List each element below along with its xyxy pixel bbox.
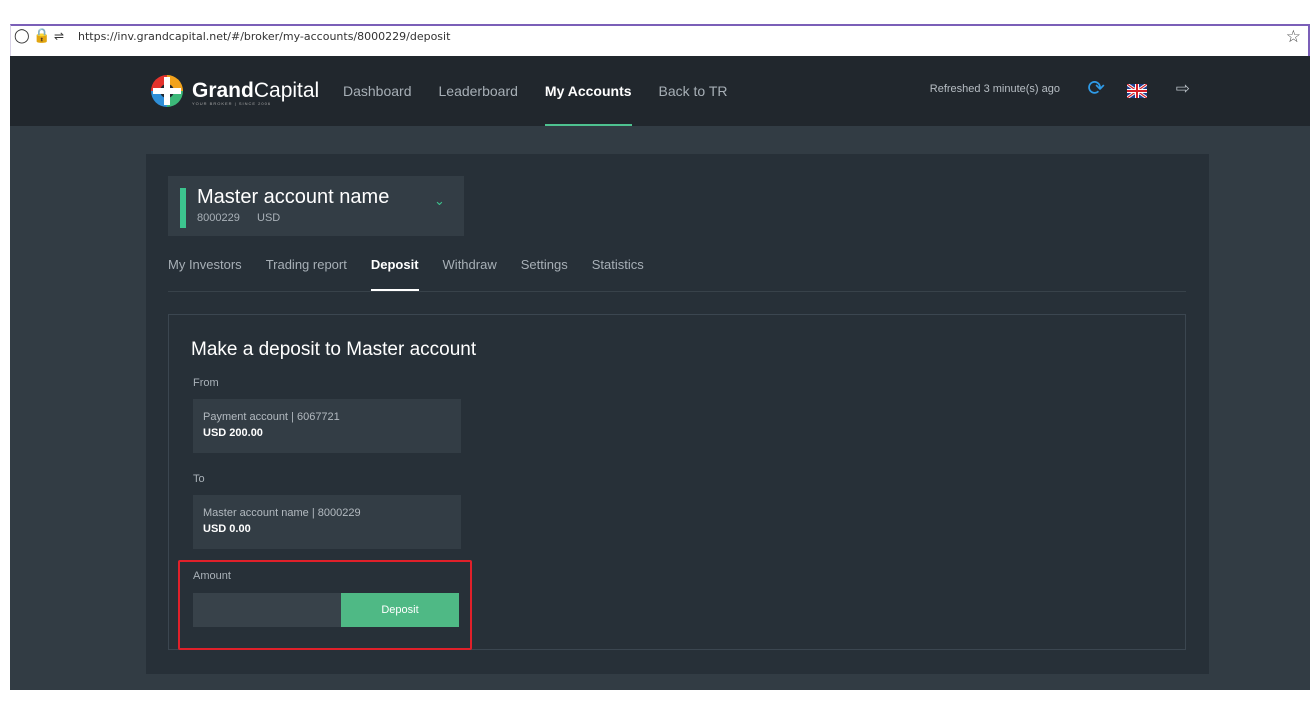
tab-my-investors[interactable]: My Investors bbox=[168, 238, 242, 291]
account-currency: USD bbox=[257, 212, 281, 224]
account-number: 8000229 bbox=[197, 212, 240, 224]
tab-trading-report[interactable]: Trading report bbox=[266, 238, 347, 291]
account-card: Master account name 8000229 USD ⌄ My Inv… bbox=[146, 154, 1209, 674]
refresh-status: Refreshed 3 minute(s) ago bbox=[929, 83, 1060, 95]
tab-statistics[interactable]: Statistics bbox=[592, 238, 644, 291]
bookmark-star-icon[interactable]: ☆ bbox=[1286, 27, 1301, 47]
to-account-name: Master account name | 8000229 bbox=[203, 507, 361, 519]
logout-icon[interactable]: ⇨ bbox=[1176, 79, 1190, 99]
refresh-icon[interactable]: ⟳ bbox=[1087, 76, 1105, 100]
tab-withdraw[interactable]: Withdraw bbox=[443, 238, 497, 291]
nav-my-accounts[interactable]: My Accounts bbox=[544, 56, 632, 126]
logo[interactable]: GrandCapital YOUR BROKER | SINCE 2006 bbox=[150, 74, 319, 108]
lock-icon[interactable]: 🔒 bbox=[33, 28, 50, 44]
to-account-balance: USD 0.00 bbox=[203, 523, 251, 535]
from-account-name: Payment account | 6067721 bbox=[203, 411, 340, 423]
highlight-annotation bbox=[178, 560, 472, 650]
browser-toolbar: ◯ 🔒 ⇌ https://inv.grandcapital.net/#/bro… bbox=[0, 0, 1311, 56]
tab-settings[interactable]: Settings bbox=[521, 238, 568, 291]
address-bar[interactable]: https://inv.grandcapital.net/#/broker/my… bbox=[78, 30, 450, 43]
account-selector[interactable]: Master account name 8000229 USD ⌄ bbox=[168, 176, 464, 236]
logo-tagline: YOUR BROKER | SINCE 2006 bbox=[192, 101, 272, 106]
chevron-down-icon[interactable]: ⌄ bbox=[434, 194, 445, 209]
account-tabs: My Investors Trading report Deposit With… bbox=[168, 238, 1186, 292]
nav-back-to-tr[interactable]: Back to TR bbox=[659, 56, 728, 126]
nav-dashboard[interactable]: Dashboard bbox=[343, 56, 412, 126]
uk-flag-icon[interactable] bbox=[1126, 79, 1148, 103]
tab-deposit[interactable]: Deposit bbox=[370, 238, 419, 291]
nav-leaderboard[interactable]: Leaderboard bbox=[439, 56, 518, 126]
from-label: From bbox=[193, 377, 219, 389]
page-body: Master account name 8000229 USD ⌄ My Inv… bbox=[10, 126, 1310, 690]
to-account-box[interactable]: Master account name | 8000229 USD 0.00 bbox=[193, 495, 461, 549]
deposit-panel: Make a deposit to Master account From Pa… bbox=[168, 314, 1186, 650]
logo-text: GrandCapital bbox=[192, 79, 320, 102]
account-color-bar bbox=[180, 188, 186, 228]
from-account-box[interactable]: Payment account | 6067721 USD 200.00 bbox=[193, 399, 461, 453]
main-nav: Dashboard Leaderboard My Accounts Back t… bbox=[343, 56, 755, 126]
app-header: GrandCapital YOUR BROKER | SINCE 2006 Da… bbox=[10, 56, 1310, 126]
account-name: Master account name bbox=[197, 186, 390, 208]
from-account-balance: USD 200.00 bbox=[203, 427, 263, 439]
deposit-title: Make a deposit to Master account bbox=[191, 339, 477, 360]
permissions-icon[interactable]: ⇌ bbox=[54, 29, 64, 43]
shield-icon[interactable]: ◯ bbox=[14, 28, 30, 44]
to-label: To bbox=[193, 473, 205, 485]
logo-icon bbox=[150, 74, 184, 108]
